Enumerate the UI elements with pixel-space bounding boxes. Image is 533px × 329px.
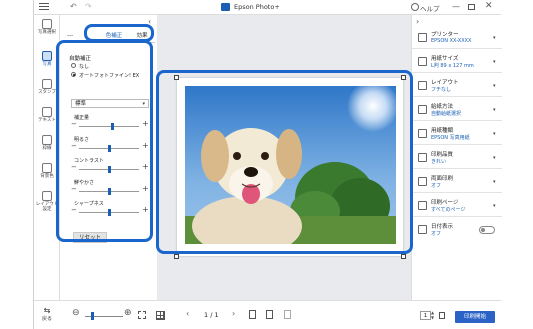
paper-source-icon (418, 105, 427, 114)
delete-page-icon[interactable] (284, 310, 291, 319)
more-icon[interactable]: - - - (67, 32, 73, 39)
back-button[interactable]: ⇆ 戻る (42, 306, 53, 323)
setting-value: すべてのページ (431, 207, 466, 213)
nav-label: レイアウト設定 (35, 202, 59, 213)
setting-label: 日付表示 (431, 224, 454, 230)
chevron-down-icon: ▾ (493, 131, 496, 137)
zoom-in-icon[interactable]: ⊕ (124, 308, 132, 318)
next-page-icon[interactable]: › (232, 309, 235, 318)
print-pages-icon (418, 201, 427, 210)
print-quality-icon (418, 153, 427, 162)
setting-paper-type[interactable]: 用紙種類 EPSON 写真用紙 ▾ (412, 123, 502, 145)
nav-label: テキスト (38, 118, 56, 123)
print-settings-panel: › プリンター EPSON XX-XXXX ▾ 用紙サイズ L判 89 x 12… (411, 15, 502, 300)
stamp-icon (42, 79, 52, 89)
chevron-down-icon: ▾ (493, 35, 496, 41)
highlight-preview (156, 70, 413, 254)
duplex-icon (418, 177, 427, 186)
setting-print-pages[interactable]: 印刷ページ すべてのページ ▾ (412, 195, 502, 217)
chevron-down-icon: ▾ (493, 59, 496, 65)
zoom-out-icon[interactable]: ⊖ (72, 308, 80, 318)
zoom-slider-thumb[interactable] (91, 312, 95, 320)
setting-value: EPSON 写真用紙 (431, 135, 470, 141)
chevron-down-icon: ▾ (493, 155, 496, 161)
undo-icon[interactable]: ↶ (70, 2, 77, 11)
date-stamp-icon (418, 225, 427, 234)
setting-value: EPSON XX-XXXX (431, 38, 472, 44)
bottom-toolbar: ⇆ 戻る ⊖ ⊕ ‹ 1 / 1 › 1 ▲ ▼ 印刷開始 (34, 300, 501, 329)
setting-label: 用紙種類 (431, 128, 454, 134)
setting-label: 給紙方法 (431, 104, 454, 110)
setting-label: プリンター (431, 32, 459, 38)
app-logo-icon (221, 3, 230, 11)
back-label: 戻る (42, 316, 53, 322)
setting-value: オフ (431, 183, 442, 189)
chevron-down-icon: ▾ (493, 107, 496, 113)
setting-paper-size[interactable]: 用紙サイズ L判 89 x 127 mm ▾ (412, 51, 502, 73)
setting-value: L判 89 x 127 mm (431, 63, 474, 69)
printer-icon (418, 33, 427, 42)
nav-label: 枠線 (42, 146, 52, 151)
help-icon[interactable] (411, 3, 419, 11)
setting-printer[interactable]: プリンター EPSON XX-XXXX ▾ (412, 27, 502, 49)
setting-paper-source[interactable]: 給紙方法 自動給紙選択 ▾ (412, 99, 502, 121)
setting-value: オフ (431, 231, 442, 237)
previous-page-icon[interactable]: ‹ (186, 309, 189, 318)
setting-layout[interactable]: レイアウト フチなし ▾ (412, 75, 502, 97)
close-icon[interactable]: ✕ (485, 1, 493, 11)
setting-value: フチなし (431, 87, 452, 93)
text-icon (42, 107, 52, 117)
nav-label: スタンプ (38, 90, 56, 95)
setting-date-stamp: 日付表示 オフ (412, 219, 502, 241)
nav-photo-select[interactable]: 写真選択 (34, 19, 60, 35)
chevron-down-icon: ▾ (493, 203, 496, 209)
page-indicator: 1 / 1 (204, 311, 219, 319)
setting-value: きれい (431, 159, 447, 165)
layout-icon (42, 191, 52, 201)
border-icon (42, 135, 52, 145)
copies-input[interactable]: 1 (420, 311, 431, 320)
date-stamp-toggle[interactable] (479, 226, 495, 234)
nav-label: 写真 (42, 62, 52, 67)
photo-select-icon (42, 19, 52, 29)
paper-size-icon (418, 57, 427, 66)
collapse-right-panel-icon[interactable]: › (416, 17, 419, 26)
setting-label: 用紙サイズ (431, 56, 459, 62)
setting-label: 印刷ページ (431, 200, 459, 206)
app-title: Epson Photo+ (234, 3, 280, 11)
duplicate-page-icon[interactable] (266, 310, 273, 319)
setting-label: 両面印刷 (431, 176, 454, 182)
copies-stepper-icon[interactable]: ▲ ▼ (431, 310, 434, 320)
redo-icon[interactable]: ↷ (85, 2, 92, 11)
setting-label: 印刷品質 (431, 152, 454, 158)
nav-label: 背景色 (40, 174, 54, 179)
setting-label: レイアウト (431, 80, 459, 86)
title-bar: ↶ ↷ Epson Photo+ ヘルプ — ✕ (34, 0, 501, 15)
maximize-icon[interactable] (468, 4, 475, 10)
layout-icon (418, 81, 427, 90)
chevron-down-icon: ▾ (493, 179, 496, 185)
help-link[interactable]: ヘルプ (420, 3, 440, 13)
add-page-icon[interactable] (249, 310, 256, 319)
minimize-icon[interactable]: — (452, 2, 460, 11)
print-button[interactable]: 印刷開始 (455, 311, 495, 323)
grid-icon[interactable] (156, 311, 165, 320)
hamburger-menu-icon[interactable] (39, 3, 49, 11)
copies-icon (439, 312, 445, 319)
resize-handle-bottom-right[interactable] (401, 254, 406, 259)
fit-to-window-icon[interactable] (138, 311, 146, 319)
chevron-down-icon: ▾ (493, 83, 496, 89)
background-icon (42, 163, 52, 173)
paper-type-icon (418, 129, 427, 138)
photo-icon (42, 51, 52, 61)
back-arrow-icon: ⇆ (43, 306, 51, 315)
setting-print-quality[interactable]: 印刷品質 きれい ▾ (412, 147, 502, 169)
resize-handle-bottom-left[interactable] (174, 254, 179, 259)
setting-value: 自動給紙選択 (431, 111, 462, 117)
setting-duplex[interactable]: 両面印刷 オフ ▾ (412, 171, 502, 193)
highlight-panel (56, 40, 153, 242)
nav-label: 写真選択 (38, 30, 56, 35)
